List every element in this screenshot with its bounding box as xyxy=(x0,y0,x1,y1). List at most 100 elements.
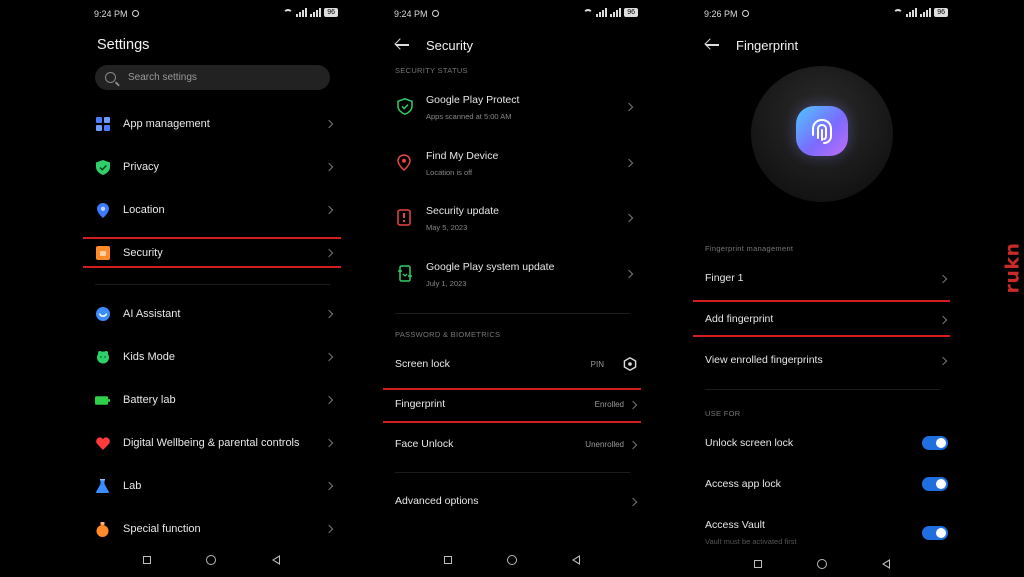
battery-icon xyxy=(95,393,110,408)
list-item-add-fingerprint[interactable]: Add fingerprint xyxy=(690,312,960,328)
signal-icon xyxy=(906,8,918,17)
settings-item-kids-mode[interactable]: Kids Mode xyxy=(80,349,350,365)
highlight-line-top xyxy=(693,300,950,302)
status-time: 9:26 PM xyxy=(704,9,738,19)
settings-item-app-management[interactable]: App management xyxy=(80,116,350,132)
header: Fingerprint xyxy=(704,36,798,54)
list-item-finger-1[interactable]: Finger 1 xyxy=(690,271,960,287)
item-title: Fingerprint xyxy=(395,398,446,410)
settings-item-label: App management xyxy=(123,118,210,130)
list-item-screen-lock[interactable]: Screen lock PIN xyxy=(380,356,650,372)
settings-item-location[interactable]: Location xyxy=(80,202,350,218)
highlight-line-bottom xyxy=(383,421,641,423)
status-icons: 96 xyxy=(283,8,338,17)
settings-hex-icon[interactable] xyxy=(623,356,637,376)
chevron-right-icon xyxy=(624,102,634,112)
section-label-status: SECURITY STATUS xyxy=(395,66,468,75)
chevron-right-icon xyxy=(624,158,634,168)
recents-button-icon[interactable] xyxy=(754,560,762,568)
highlight-line-bottom xyxy=(693,335,950,337)
settings-item-special-function[interactable]: Special function xyxy=(80,521,350,537)
status-bar: 9:26 PM 96 xyxy=(704,8,948,22)
item-title: Security update xyxy=(426,205,499,217)
status-bar: 9:24 PM 96 xyxy=(394,8,638,22)
item-value: Unenrolled xyxy=(585,440,624,449)
item-title: Google Play Protect xyxy=(426,94,520,106)
page-title: Fingerprint xyxy=(736,37,799,53)
back-arrow-icon[interactable] xyxy=(704,36,722,54)
access-vault-toggle[interactable] xyxy=(922,526,948,540)
wifi-icon xyxy=(893,8,904,17)
list-item-advanced-options[interactable]: Advanced options xyxy=(380,494,650,510)
notification-icon xyxy=(132,10,139,17)
item-title: Access app lock xyxy=(705,478,781,490)
status-time: 9:24 PM xyxy=(94,9,128,19)
back-nav-icon[interactable] xyxy=(572,555,580,565)
home-button-icon[interactable] xyxy=(507,555,517,565)
back-arrow-icon[interactable] xyxy=(394,36,412,54)
settings-item-ai-assistant[interactable]: AI Assistant xyxy=(80,306,350,322)
back-nav-icon[interactable] xyxy=(882,559,890,569)
item-subtitle: July 1, 2023 xyxy=(426,279,467,288)
security-screen: 9:24 PM 96 Security SECURITY STATUS Goog… xyxy=(380,0,650,577)
signal-icon-2 xyxy=(310,8,322,17)
play-protect-icon xyxy=(397,98,413,115)
chevron-right-icon xyxy=(938,356,948,366)
settings-item-lab[interactable]: Lab xyxy=(80,478,350,494)
list-item-fingerprint[interactable]: Fingerprint Enrolled xyxy=(380,397,650,413)
section-label-management: Fingerprint management xyxy=(705,244,794,253)
list-item-find-my-device[interactable]: Find My Device Location is off xyxy=(380,148,650,180)
settings-item-privacy[interactable]: Privacy xyxy=(80,159,350,175)
list-item-system-update[interactable]: Google Play system update July 1, 2023 xyxy=(380,259,650,291)
list-item-face-unlock[interactable]: Face Unlock Unenrolled xyxy=(380,437,650,453)
highlight-line-top xyxy=(383,388,641,390)
item-title: Google Play system update xyxy=(426,261,555,273)
item-subtitle: Location is off xyxy=(426,168,473,177)
wifi-icon xyxy=(283,8,294,17)
navigation-bar xyxy=(80,554,350,566)
search-input[interactable] xyxy=(128,72,308,83)
section-label-use-for: USE FOR xyxy=(705,409,741,418)
watermark-logo: rukn xyxy=(999,240,1024,300)
chevron-right-icon xyxy=(324,205,334,215)
list-item-security-update[interactable]: Security update May 5, 2023 xyxy=(380,203,650,235)
item-value: PIN xyxy=(590,360,604,369)
settings-item-label: Kids Mode xyxy=(123,351,175,363)
status-time: 9:24 PM xyxy=(394,9,428,19)
notification-icon xyxy=(742,10,749,17)
settings-item-battery-lab[interactable]: Battery lab xyxy=(80,392,350,408)
section-divider xyxy=(395,313,630,314)
chevron-right-icon xyxy=(624,269,634,279)
app-lock-toggle[interactable] xyxy=(922,477,948,491)
signal-icon xyxy=(596,8,608,17)
chevron-right-icon xyxy=(324,162,334,172)
kids-mode-icon xyxy=(95,350,110,365)
section-divider xyxy=(95,284,330,285)
home-button-icon[interactable] xyxy=(817,559,827,569)
status-icons: 96 xyxy=(893,8,948,17)
back-nav-icon[interactable] xyxy=(272,555,280,565)
chevron-right-icon xyxy=(628,497,638,507)
home-button-icon[interactable] xyxy=(206,555,216,565)
item-subtitle: Vault must be activated first xyxy=(705,537,797,546)
chevron-right-icon xyxy=(324,248,334,258)
settings-item-label: Security xyxy=(123,247,163,259)
settings-item-security[interactable]: Security xyxy=(80,245,350,261)
item-subtitle: May 5, 2023 xyxy=(426,223,468,232)
search-bar[interactable] xyxy=(95,65,330,90)
list-item-play-protect[interactable]: Google Play Protect Apps scanned at 5:00… xyxy=(380,92,650,124)
chevron-right-icon xyxy=(938,274,948,284)
chevron-right-icon xyxy=(938,315,948,325)
recents-button-icon[interactable] xyxy=(143,556,151,564)
list-item-view-enrolled[interactable]: View enrolled fingerprints xyxy=(690,353,960,369)
chevron-right-icon xyxy=(324,524,334,534)
app-grid-icon xyxy=(95,117,110,132)
highlight-line-top xyxy=(83,237,341,239)
unlock-screen-toggle[interactable] xyxy=(922,436,948,450)
status-icons: 96 xyxy=(583,8,638,17)
settings-item-digital-wellbeing[interactable]: Digital Wellbeing & parental controls xyxy=(80,435,350,451)
recents-button-icon[interactable] xyxy=(444,556,452,564)
chevron-right-icon xyxy=(624,213,634,223)
signal-icon-2 xyxy=(610,8,622,17)
special-function-icon xyxy=(95,521,110,537)
